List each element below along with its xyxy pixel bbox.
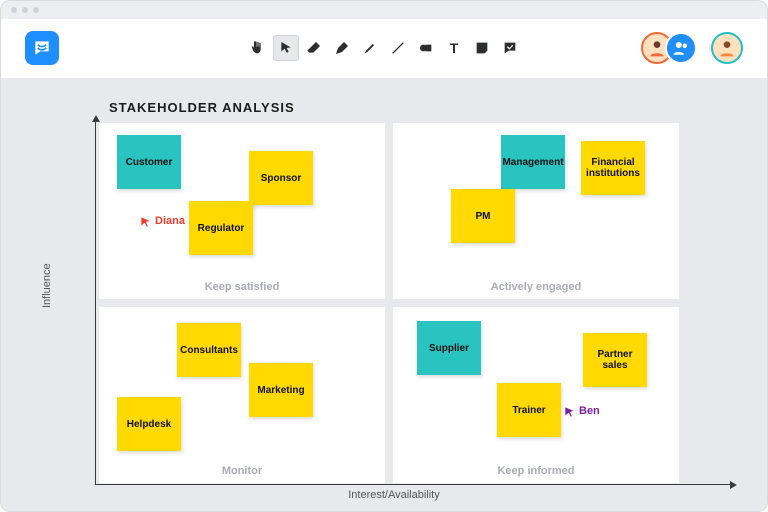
pen-tool[interactable] <box>329 35 355 61</box>
sticky-note[interactable]: Marketing <box>249 363 313 417</box>
quadrant-label: Keep satisfied <box>99 281 385 293</box>
cursor-tool[interactable] <box>273 35 299 61</box>
sticky-note[interactable]: Partner sales <box>583 333 647 387</box>
cursor-pointer-icon <box>139 215 153 229</box>
diagram-title: STAKEHOLDER ANALYSIS <box>109 100 727 115</box>
quadrant-keep-informed[interactable]: Keep informed Supplier Partner sales Train… <box>393 307 679 483</box>
sticky-note[interactable]: Management <box>501 135 565 189</box>
eraser-icon <box>306 40 322 56</box>
sticky-note-tool[interactable] <box>469 35 495 61</box>
line-tool[interactable] <box>385 35 411 61</box>
avatar-pair <box>641 32 697 64</box>
sticky-note[interactable]: Helpdesk <box>117 397 181 451</box>
sticky-note[interactable]: Regulator <box>189 201 253 255</box>
toolbar: T <box>245 35 523 61</box>
quadrant-keep-satisfied[interactable]: Keep satisfied Customer SponsorRegulator D… <box>99 123 385 299</box>
logo-icon <box>32 38 52 58</box>
sticky-note[interactable]: Sponsor <box>249 151 313 205</box>
app-logo[interactable] <box>25 31 59 65</box>
sticky-note[interactable]: PM <box>451 189 515 243</box>
remote-cursor: Diana <box>139 215 185 229</box>
shape-icon <box>418 40 434 56</box>
highlighter-tool[interactable] <box>357 35 383 61</box>
topbar: T <box>1 19 767 78</box>
app-window: T STAKEHOLDER ANALYSIS Influence Keep sa… <box>0 0 768 512</box>
canvas[interactable]: STAKEHOLDER ANALYSIS Influence Keep sati… <box>1 78 767 511</box>
hand-tool[interactable] <box>245 35 271 61</box>
note-icon <box>474 40 490 56</box>
person-icon <box>717 38 737 58</box>
cursor-icon <box>278 40 294 56</box>
quadrant-label: Monitor <box>99 465 385 477</box>
people-icon <box>672 39 690 57</box>
axis-x-label: Interest/Availability <box>61 489 727 501</box>
quadrant-monitor[interactable]: Monitor ConsultantsMarketing Helpdesk <box>99 307 385 483</box>
sticky-note[interactable]: Supplier <box>417 321 481 375</box>
quadrant-label: Keep informed <box>393 465 679 477</box>
grid-wrap: Keep satisfied Customer SponsorRegulator D… <box>99 123 727 483</box>
text-icon: T <box>450 40 459 56</box>
highlighter-icon <box>362 40 378 56</box>
hand-icon <box>250 40 266 56</box>
cursor-pointer-icon <box>563 405 577 419</box>
quadrant-grid: Keep satisfied Customer SponsorRegulator D… <box>99 123 679 483</box>
line-icon <box>390 40 406 56</box>
window-dot <box>33 7 39 13</box>
axis-x <box>95 484 733 485</box>
avatar-more[interactable] <box>665 32 697 64</box>
sticky-note[interactable]: Customer <box>117 135 181 189</box>
presence-avatars <box>641 32 743 64</box>
shape-tool[interactable] <box>413 35 439 61</box>
comment-icon <box>502 40 518 56</box>
comment-tool[interactable] <box>497 35 523 61</box>
remote-cursor: Ben <box>563 405 600 419</box>
window-dot <box>11 7 17 13</box>
sticky-note[interactable]: Consultants <box>177 323 241 377</box>
quadrant-label: Actively engaged <box>393 281 679 293</box>
quadrant-actively-engaged[interactable]: Actively engaged Management Financial ins… <box>393 123 679 299</box>
eraser-tool[interactable] <box>301 35 327 61</box>
pen-icon <box>334 40 350 56</box>
window-dot <box>22 7 28 13</box>
person-icon <box>647 38 667 58</box>
axis-y-label: Influence <box>41 263 53 308</box>
avatar-user-2[interactable] <box>711 32 743 64</box>
axis-y <box>95 119 96 485</box>
sticky-note[interactable]: Financial institutions <box>581 141 645 195</box>
sticky-note[interactable]: Trainer <box>497 383 561 437</box>
window-titlebar <box>1 1 767 19</box>
text-tool[interactable]: T <box>441 35 467 61</box>
